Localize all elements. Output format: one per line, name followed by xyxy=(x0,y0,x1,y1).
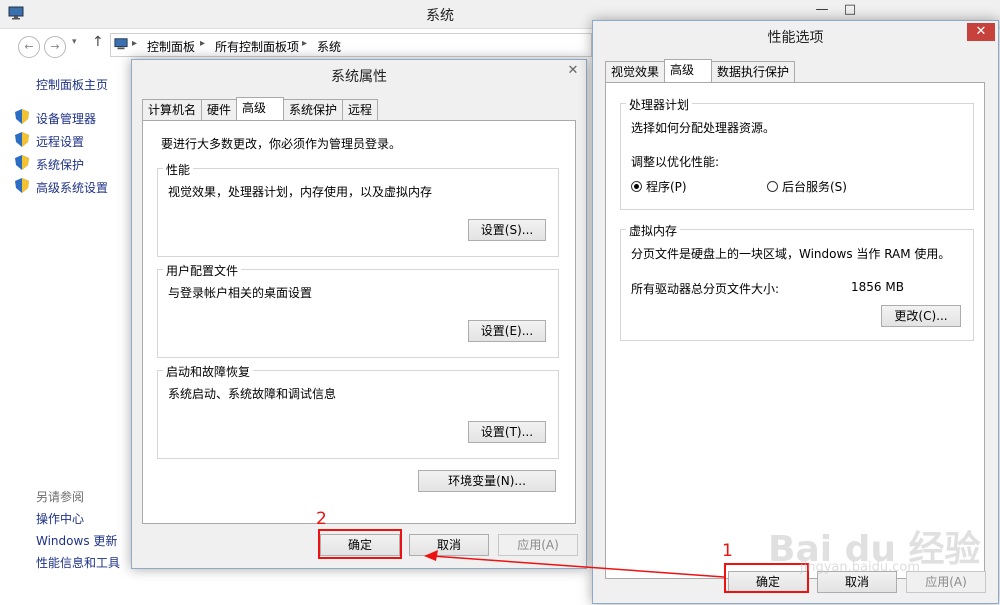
tab-advanced[interactable]: 高级 xyxy=(236,97,285,120)
baidu-watermark-url: jingyan.baidu.com xyxy=(800,560,920,575)
tab-advanced[interactable]: 高级 xyxy=(664,59,713,82)
annotation-arrow-icon xyxy=(424,550,725,578)
